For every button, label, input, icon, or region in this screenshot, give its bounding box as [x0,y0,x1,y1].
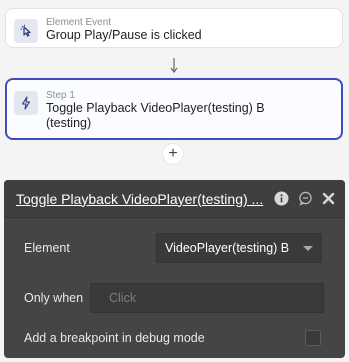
comment-icon[interactable] [298,191,313,206]
step-title-line1: Toggle Playback VideoPlayer(testing) B [46,101,265,115]
only-when-input[interactable]: Click [90,283,324,313]
event-kicker: Element Event [46,17,112,28]
element-label: Element [24,241,70,255]
panel-header: Toggle Playback VideoPlayer(testing) ... [4,180,345,218]
breakpoint-row: Add a breakpoint in debug mode [4,330,345,346]
arrow-down-icon [170,58,178,73]
add-step-button[interactable]: + [162,143,184,165]
only-when-row: Only when Click [4,283,345,313]
event-title: Group Play/Pause is clicked [46,28,202,42]
breakpoint-label: Add a breakpoint in debug mode [24,331,205,345]
element-row: Element VideoPlayer(testing) B [4,233,345,263]
step-title-line2: (testing) [46,116,92,130]
breakpoint-checkbox[interactable] [305,330,321,346]
step-card[interactable]: Step 1 Toggle Playback VideoPlayer(testi… [5,78,343,140]
only-when-label: Only when [24,291,84,305]
action-bolt-icon [14,91,38,115]
close-icon[interactable] [322,192,335,205]
step-kicker: Step 1 [46,90,75,101]
info-icon[interactable] [274,191,289,206]
chevron-down-icon [303,245,313,251]
element-select[interactable]: VideoPlayer(testing) B [156,233,322,263]
pointer-click-icon [14,19,38,43]
event-card[interactable]: Element Event Group Play/Pause is clicke… [5,8,343,48]
action-properties-panel: Toggle Playback VideoPlayer(testing) ... [4,180,345,358]
element-select-value: VideoPlayer(testing) B [165,241,290,255]
panel-title[interactable]: Toggle Playback VideoPlayer(testing) ... [16,191,268,207]
only-when-placeholder: Click [109,291,137,305]
